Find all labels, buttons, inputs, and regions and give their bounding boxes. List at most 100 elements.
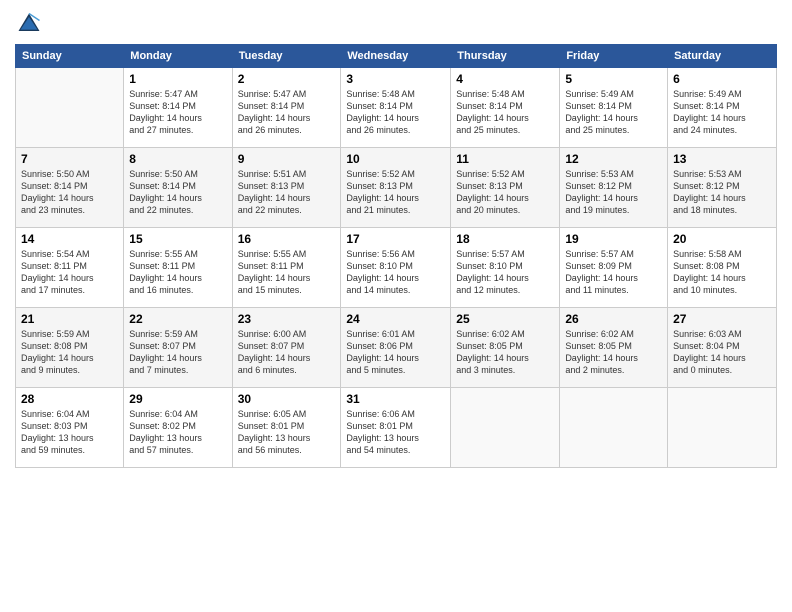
- calendar-day-cell: [668, 388, 777, 468]
- day-number: 25: [456, 312, 554, 326]
- day-info: Sunrise: 5:57 AMSunset: 8:10 PMDaylight:…: [456, 248, 554, 297]
- day-info: Sunrise: 6:04 AMSunset: 8:03 PMDaylight:…: [21, 408, 118, 457]
- calendar-day-cell: 31 Sunrise: 6:06 AMSunset: 8:01 PMDayligh…: [341, 388, 451, 468]
- day-info: Sunrise: 5:55 AMSunset: 8:11 PMDaylight:…: [129, 248, 226, 297]
- calendar-day-cell: 13 Sunrise: 5:53 AMSunset: 8:12 PMDayligh…: [668, 148, 777, 228]
- calendar-day-cell: 23Sunrise: 6:00 AMSunset: 8:07 PMDayligh…: [232, 308, 341, 388]
- day-info: Sunrise: 5:48 AMSunset: 8:14 PMDaylight:…: [456, 88, 554, 137]
- day-number: 14: [21, 232, 118, 246]
- page-header: [15, 10, 777, 38]
- weekday-header-cell: Wednesday: [341, 45, 451, 68]
- day-info: Sunrise: 5:47 AMSunset: 8:14 PMDaylight:…: [129, 88, 226, 137]
- day-info: Sunrise: 6:00 AMSunset: 8:07 PMDaylight:…: [238, 328, 336, 377]
- calendar-day-cell: 16 Sunrise: 5:55 AMSunset: 8:11 PMDayligh…: [232, 228, 341, 308]
- calendar-body: 1 Sunrise: 5:47 AMSunset: 8:14 PMDaylight…: [16, 68, 777, 468]
- day-number: 22: [129, 312, 226, 326]
- day-info: Sunrise: 5:58 AMSunset: 8:08 PMDaylight:…: [673, 248, 771, 297]
- day-info: Sunrise: 5:50 AMSunset: 8:14 PMDaylight:…: [21, 168, 118, 217]
- day-number: 13: [673, 152, 771, 166]
- day-number: 21: [21, 312, 118, 326]
- calendar-day-cell: 8 Sunrise: 5:50 AMSunset: 8:14 PMDaylight…: [124, 148, 232, 228]
- weekday-header-cell: Saturday: [668, 45, 777, 68]
- day-number: 24: [346, 312, 445, 326]
- calendar-day-cell: 19 Sunrise: 5:57 AMSunset: 8:09 PMDayligh…: [560, 228, 668, 308]
- day-info: Sunrise: 6:02 AMSunset: 8:05 PMDaylight:…: [565, 328, 662, 377]
- calendar-day-cell: 24Sunrise: 6:01 AMSunset: 8:06 PMDayligh…: [341, 308, 451, 388]
- calendar-day-cell: [451, 388, 560, 468]
- calendar-day-cell: 26 Sunrise: 6:02 AMSunset: 8:05 PMDayligh…: [560, 308, 668, 388]
- calendar-day-cell: 25 Sunrise: 6:02 AMSunset: 8:05 PMDayligh…: [451, 308, 560, 388]
- day-number: 1: [129, 72, 226, 86]
- day-info: Sunrise: 6:02 AMSunset: 8:05 PMDaylight:…: [456, 328, 554, 377]
- calendar-week-row: 21 Sunrise: 5:59 AMSunset: 8:08 PMDayligh…: [16, 308, 777, 388]
- calendar-day-cell: 12Sunrise: 5:53 AMSunset: 8:12 PMDayligh…: [560, 148, 668, 228]
- day-number: 27: [673, 312, 771, 326]
- day-number: 15: [129, 232, 226, 246]
- day-info: Sunrise: 5:49 AMSunset: 8:14 PMDaylight:…: [673, 88, 771, 137]
- day-number: 30: [238, 392, 336, 406]
- calendar-day-cell: 4Sunrise: 5:48 AMSunset: 8:14 PMDaylight…: [451, 68, 560, 148]
- calendar-day-cell: 18 Sunrise: 5:57 AMSunset: 8:10 PMDayligh…: [451, 228, 560, 308]
- calendar-day-cell: 20 Sunrise: 5:58 AMSunset: 8:08 PMDayligh…: [668, 228, 777, 308]
- day-info: Sunrise: 5:59 AMSunset: 8:08 PMDaylight:…: [21, 328, 118, 377]
- day-info: Sunrise: 6:05 AMSunset: 8:01 PMDaylight:…: [238, 408, 336, 457]
- day-number: 16: [238, 232, 336, 246]
- calendar-week-row: 7 Sunrise: 5:50 AMSunset: 8:14 PMDaylight…: [16, 148, 777, 228]
- day-info: Sunrise: 5:51 AMSunset: 8:13 PMDaylight:…: [238, 168, 336, 217]
- day-info: Sunrise: 6:03 AMSunset: 8:04 PMDaylight:…: [673, 328, 771, 377]
- day-info: Sunrise: 6:06 AMSunset: 8:01 PMDaylight:…: [346, 408, 445, 457]
- day-info: Sunrise: 5:56 AMSunset: 8:10 PMDaylight:…: [346, 248, 445, 297]
- calendar-week-row: 1 Sunrise: 5:47 AMSunset: 8:14 PMDaylight…: [16, 68, 777, 148]
- calendar-day-cell: 1 Sunrise: 5:47 AMSunset: 8:14 PMDaylight…: [124, 68, 232, 148]
- calendar-day-cell: 22 Sunrise: 5:59 AMSunset: 8:07 PMDayligh…: [124, 308, 232, 388]
- day-number: 19: [565, 232, 662, 246]
- day-info: Sunrise: 5:53 AMSunset: 8:12 PMDaylight:…: [673, 168, 771, 217]
- day-number: 20: [673, 232, 771, 246]
- day-number: 5: [565, 72, 662, 86]
- calendar-day-cell: 21 Sunrise: 5:59 AMSunset: 8:08 PMDayligh…: [16, 308, 124, 388]
- calendar-day-cell: 9 Sunrise: 5:51 AMSunset: 8:13 PMDaylight…: [232, 148, 341, 228]
- calendar-header-row: SundayMondayTuesdayWednesdayThursdayFrid…: [16, 45, 777, 68]
- day-number: 11: [456, 152, 554, 166]
- calendar-day-cell: 3Sunrise: 5:48 AMSunset: 8:14 PMDaylight…: [341, 68, 451, 148]
- day-info: Sunrise: 5:47 AMSunset: 8:14 PMDaylight:…: [238, 88, 336, 137]
- day-number: 9: [238, 152, 336, 166]
- calendar-week-row: 14 Sunrise: 5:54 AMSunset: 8:11 PMDayligh…: [16, 228, 777, 308]
- day-info: Sunrise: 5:52 AMSunset: 8:13 PMDaylight:…: [346, 168, 445, 217]
- day-info: Sunrise: 5:54 AMSunset: 8:11 PMDaylight:…: [21, 248, 118, 297]
- weekday-header-cell: Thursday: [451, 45, 560, 68]
- calendar-day-cell: 7 Sunrise: 5:50 AMSunset: 8:14 PMDaylight…: [16, 148, 124, 228]
- logo: [15, 10, 45, 38]
- calendar-day-cell: 17Sunrise: 5:56 AMSunset: 8:10 PMDayligh…: [341, 228, 451, 308]
- weekday-header-cell: Tuesday: [232, 45, 341, 68]
- day-info: Sunrise: 5:52 AMSunset: 8:13 PMDaylight:…: [456, 168, 554, 217]
- day-number: 10: [346, 152, 445, 166]
- day-number: 3: [346, 72, 445, 86]
- calendar-day-cell: 2Sunrise: 5:47 AMSunset: 8:14 PMDaylight…: [232, 68, 341, 148]
- day-info: Sunrise: 5:57 AMSunset: 8:09 PMDaylight:…: [565, 248, 662, 297]
- calendar-day-cell: 14 Sunrise: 5:54 AMSunset: 8:11 PMDayligh…: [16, 228, 124, 308]
- day-number: 26: [565, 312, 662, 326]
- calendar-week-row: 28Sunrise: 6:04 AMSunset: 8:03 PMDayligh…: [16, 388, 777, 468]
- calendar-day-cell: 28Sunrise: 6:04 AMSunset: 8:03 PMDayligh…: [16, 388, 124, 468]
- day-number: 8: [129, 152, 226, 166]
- weekday-header-cell: Friday: [560, 45, 668, 68]
- calendar-day-cell: 29Sunrise: 6:04 AMSunset: 8:02 PMDayligh…: [124, 388, 232, 468]
- day-info: Sunrise: 5:49 AMSunset: 8:14 PMDaylight:…: [565, 88, 662, 137]
- day-info: Sunrise: 6:04 AMSunset: 8:02 PMDaylight:…: [129, 408, 226, 457]
- day-number: 6: [673, 72, 771, 86]
- day-number: 31: [346, 392, 445, 406]
- day-info: Sunrise: 5:53 AMSunset: 8:12 PMDaylight:…: [565, 168, 662, 217]
- day-number: 7: [21, 152, 118, 166]
- day-number: 18: [456, 232, 554, 246]
- calendar-day-cell: 30 Sunrise: 6:05 AMSunset: 8:01 PMDayligh…: [232, 388, 341, 468]
- calendar-day-cell: 15 Sunrise: 5:55 AMSunset: 8:11 PMDayligh…: [124, 228, 232, 308]
- day-info: Sunrise: 5:59 AMSunset: 8:07 PMDaylight:…: [129, 328, 226, 377]
- calendar-day-cell: 5 Sunrise: 5:49 AMSunset: 8:14 PMDaylight…: [560, 68, 668, 148]
- logo-icon: [15, 10, 43, 38]
- calendar-day-cell: 27 Sunrise: 6:03 AMSunset: 8:04 PMDayligh…: [668, 308, 777, 388]
- calendar-day-cell: 11 Sunrise: 5:52 AMSunset: 8:13 PMDayligh…: [451, 148, 560, 228]
- day-info: Sunrise: 5:50 AMSunset: 8:14 PMDaylight:…: [129, 168, 226, 217]
- day-info: Sunrise: 5:55 AMSunset: 8:11 PMDaylight:…: [238, 248, 336, 297]
- calendar-day-cell: [560, 388, 668, 468]
